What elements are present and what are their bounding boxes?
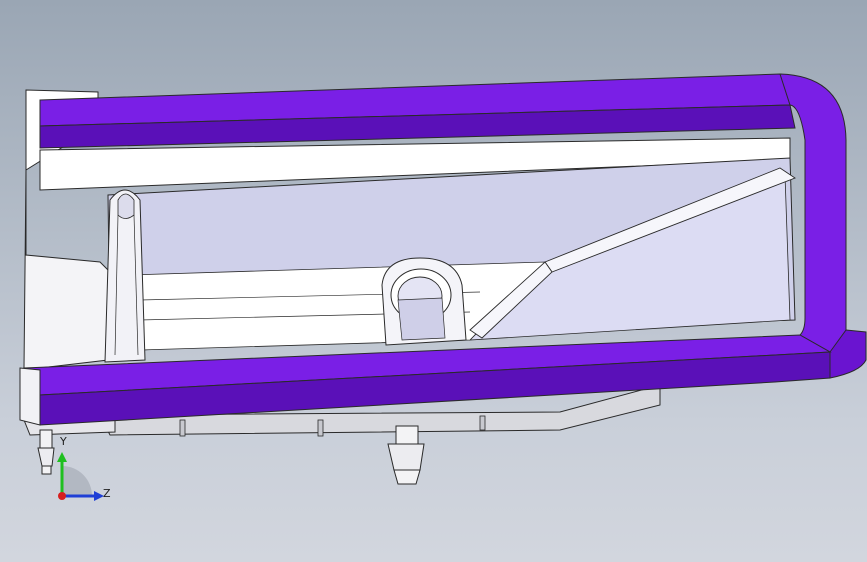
y-axis-label: Y bbox=[60, 435, 67, 448]
part-model-3d[interactable] bbox=[0, 0, 867, 562]
graphics-viewport[interactable]: Y Z bbox=[0, 0, 867, 562]
x-axis-dot-icon bbox=[58, 492, 66, 500]
z-axis-label: Z bbox=[103, 487, 111, 500]
cylindrical-boss bbox=[381, 257, 467, 346]
y-axis-arrowhead-icon bbox=[57, 452, 67, 462]
center-nozzle bbox=[387, 425, 425, 485]
orientation-triad[interactable]: Y Z bbox=[40, 435, 120, 518]
left-rib-post bbox=[104, 189, 146, 363]
triad-plane-icon bbox=[62, 466, 92, 496]
